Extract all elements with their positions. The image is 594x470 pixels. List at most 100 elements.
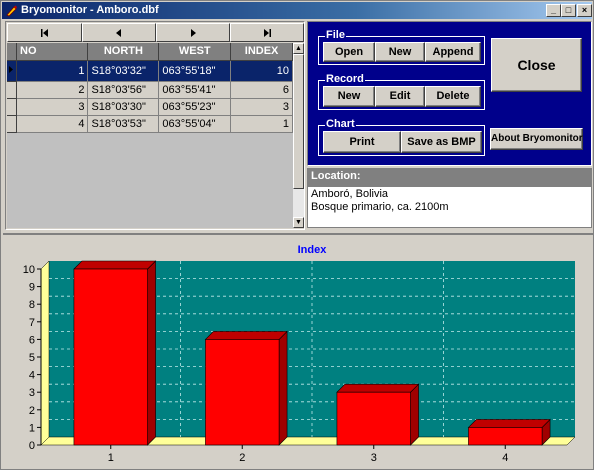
index-chart: Index 0 1 2 3 4 5 6 7 8 9 10 1 2 3 4 xyxy=(23,244,576,464)
records-panel: NO NORTH WEST INDEX 1 S18°03'32" 063°55'… xyxy=(5,21,305,230)
minimize-button[interactable]: _ xyxy=(546,4,561,17)
close-button[interactable]: Close xyxy=(491,38,582,92)
save-bmp-button[interactable]: Save as BMP xyxy=(401,131,482,153)
y-tick-label: 3 xyxy=(29,387,35,399)
first-record-icon xyxy=(40,29,48,37)
location-memo[interactable]: Amboró, Bolivia Bosque primario, ca. 210… xyxy=(307,186,592,228)
cell-no[interactable]: 2 xyxy=(16,81,89,99)
chart-panel: Index 0 1 2 3 4 5 6 7 8 9 10 1 2 3 4 xyxy=(3,233,593,469)
table-row[interactable]: 4 S18°03'53" 063°55'04" 1 xyxy=(7,115,293,133)
grid-scrollbar[interactable]: ▲ ▼ xyxy=(293,43,304,228)
cell-west[interactable]: 063°55'23" xyxy=(158,98,232,116)
row-indicator xyxy=(7,98,17,116)
side-wall xyxy=(40,260,50,446)
chart-group: Chart Print Save as BMP xyxy=(318,118,485,156)
bar-side xyxy=(278,330,288,446)
maximize-button[interactable]: □ xyxy=(561,4,576,17)
cell-west[interactable]: 063°55'04" xyxy=(158,115,232,133)
pen-icon xyxy=(6,5,17,17)
file-group-title: File xyxy=(325,29,346,41)
header-indicator xyxy=(7,43,17,61)
record-group: Record New Edit Delete xyxy=(318,73,485,110)
table-row[interactable]: 1 S18°03'32" 063°55'18" 10 xyxy=(7,60,293,82)
nav-prior-button[interactable] xyxy=(82,23,156,42)
x-tick-label: 3 xyxy=(371,452,377,464)
row-indicator xyxy=(7,81,17,99)
last-record-icon xyxy=(264,29,271,37)
minimize-icon: _ xyxy=(550,5,556,15)
y-tick-label: 0 xyxy=(29,440,35,452)
scroll-thumb[interactable] xyxy=(293,54,304,189)
y-tick-label: 7 xyxy=(29,317,35,329)
record-group-title: Record xyxy=(325,73,365,85)
nav-first-button[interactable] xyxy=(7,23,82,42)
window-title: Bryomonitor - Amboro.dbf xyxy=(21,4,159,16)
db-navigator xyxy=(7,23,304,42)
column-header-west[interactable]: WEST xyxy=(158,43,232,61)
delete-button[interactable]: Delete xyxy=(425,86,481,107)
bar-top xyxy=(73,260,157,270)
cell-no[interactable]: 1 xyxy=(16,60,89,82)
bar-top xyxy=(204,331,288,340)
column-header-no[interactable]: NO xyxy=(16,43,89,61)
close-icon: × xyxy=(581,5,588,15)
records-grid[interactable]: NO NORTH WEST INDEX 1 S18°03'32" 063°55'… xyxy=(7,43,293,228)
table-row[interactable]: 2 S18°03'56" 063°55'41" 6 xyxy=(7,81,293,99)
y-tick-label: 5 xyxy=(29,352,35,364)
close-window-button[interactable]: × xyxy=(577,4,592,17)
cell-west[interactable]: 063°55'41" xyxy=(158,81,232,99)
edit-button[interactable]: Edit xyxy=(375,86,425,107)
title-bar[interactable]: Bryomonitor - Amboro.dbf _ □ × xyxy=(2,2,592,19)
cell-north[interactable]: S18°03'32" xyxy=(87,60,160,82)
y-tick-label: 1 xyxy=(29,422,35,434)
bar xyxy=(205,339,280,446)
table-row[interactable]: 3 S18°03'30" 063°55'23" 3 xyxy=(7,98,293,116)
cell-no[interactable]: 3 xyxy=(16,98,89,116)
bar-top xyxy=(467,419,551,428)
column-header-north[interactable]: NORTH xyxy=(87,43,160,61)
y-tick-label: 8 xyxy=(29,299,35,311)
scroll-up-button[interactable]: ▲ xyxy=(293,43,304,54)
app-window: Bryomonitor - Amboro.dbf _ □ × NO NORTH … xyxy=(0,0,594,470)
cell-no[interactable]: 4 xyxy=(16,115,89,133)
cell-index[interactable]: 6 xyxy=(230,81,293,99)
file-new-button[interactable]: New xyxy=(375,42,425,62)
append-button[interactable]: Append xyxy=(425,42,481,62)
nav-next-button[interactable] xyxy=(156,23,230,42)
about-button[interactable]: About Bryomonitor xyxy=(490,128,583,150)
print-button[interactable]: Print xyxy=(323,131,401,153)
location-panel: Location: Amboró, Bolivia Bosque primari… xyxy=(307,168,592,230)
y-tick-label: 10 xyxy=(23,264,35,276)
bar xyxy=(468,427,543,446)
chart-group-title: Chart xyxy=(325,118,356,130)
bar xyxy=(73,268,148,446)
cell-north[interactable]: S18°03'30" xyxy=(87,98,160,116)
y-tick-label: 6 xyxy=(29,334,35,346)
cell-west[interactable]: 063°55'18" xyxy=(158,60,232,82)
y-tick-label: 4 xyxy=(29,370,35,382)
location-label: Location: xyxy=(307,168,592,186)
chart-title: Index xyxy=(298,244,328,256)
x-tick-label: 1 xyxy=(108,452,114,464)
cell-north[interactable]: S18°03'56" xyxy=(87,81,160,99)
scroll-down-button[interactable]: ▼ xyxy=(293,217,304,228)
record-new-button[interactable]: New xyxy=(323,86,375,107)
x-tick-label: 4 xyxy=(502,452,508,464)
y-tick-label: 9 xyxy=(29,282,35,294)
next-record-icon xyxy=(191,29,196,37)
cell-index[interactable]: 10 xyxy=(230,60,293,82)
open-button[interactable]: Open xyxy=(323,42,375,62)
column-header-index[interactable]: INDEX xyxy=(230,43,293,61)
nav-last-button[interactable] xyxy=(230,23,304,42)
bar-side xyxy=(147,260,156,446)
cell-north[interactable]: S18°03'53" xyxy=(87,115,160,133)
cell-index[interactable]: 1 xyxy=(230,115,293,133)
cell-index[interactable]: 3 xyxy=(230,98,293,116)
row-indicator xyxy=(7,115,17,133)
location-line-2: Bosque primario, ca. 2100m xyxy=(311,201,449,213)
bar-top xyxy=(336,383,420,393)
prior-record-icon xyxy=(116,29,121,37)
row-indicator xyxy=(7,60,17,82)
bar-side xyxy=(410,383,419,446)
maximize-icon: □ xyxy=(565,5,572,15)
